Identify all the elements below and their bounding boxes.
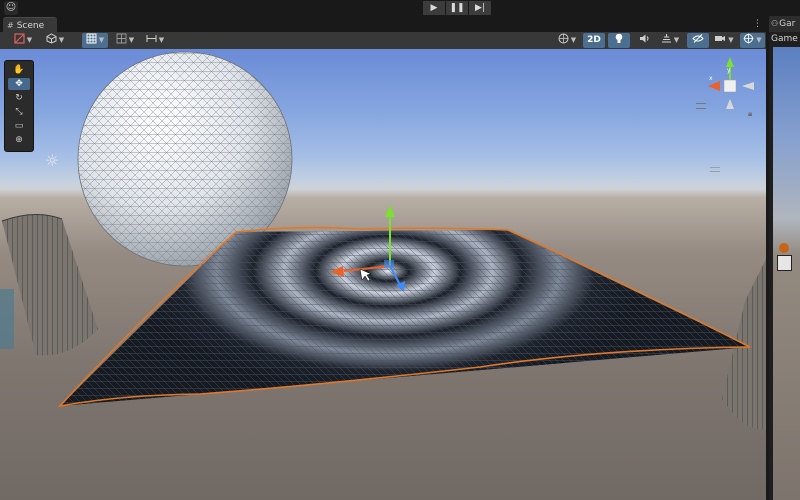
- gamepad-icon: ⚇: [771, 19, 779, 28]
- effects-dropdown[interactable]: ▼: [657, 33, 683, 48]
- render-mode-dropdown[interactable]: ▼: [42, 33, 68, 48]
- game-view-label: Game: [771, 34, 798, 44]
- scale-tool[interactable]: ⤡: [8, 106, 30, 118]
- gizmo-icon: [743, 33, 754, 44]
- rotate-icon: ↻: [15, 93, 23, 103]
- tools-panel: ✋ ✥ ↻ ⤡ ▭ ⊕: [4, 60, 34, 152]
- pause-icon: ❚❚: [449, 3, 465, 13]
- 2d-toggle[interactable]: 2D: [583, 33, 605, 48]
- top-bar: ☺ ▶ ❚❚ ▶|: [0, 0, 800, 16]
- rotate-tool[interactable]: ↻: [8, 92, 30, 104]
- play-controls: ▶ ❚❚ ▶|: [423, 1, 491, 15]
- rect-tool[interactable]: ▭: [8, 120, 30, 132]
- lock-icon[interactable]: 🔒︎: [748, 109, 752, 119]
- directional-light-icon[interactable]: ☼: [45, 153, 59, 169]
- scene-geometry: y x: [0, 51, 766, 430]
- svg-text:y: y: [727, 67, 731, 74]
- step-button[interactable]: ▶|: [469, 1, 491, 15]
- increment-snap-dropdown[interactable]: ▼: [112, 33, 138, 48]
- pause-button[interactable]: ❚❚: [446, 1, 468, 15]
- gizmos-dropdown[interactable]: ▼: [740, 33, 765, 48]
- shading-mode-dropdown[interactable]: ▼: [10, 33, 36, 48]
- svg-text:x: x: [709, 75, 713, 82]
- tab-scene-label: Scene: [16, 21, 45, 31]
- grid-icon: [86, 33, 97, 44]
- hand-tool[interactable]: ✋: [8, 64, 30, 76]
- move-tool[interactable]: ✥: [8, 78, 30, 90]
- lighting-toggle[interactable]: [608, 33, 630, 48]
- tab-menu-icon[interactable]: ⋮: [753, 17, 762, 31]
- game-object-box: [777, 255, 792, 271]
- draw-mode-dropdown[interactable]: ▼: [554, 33, 580, 48]
- globe-icon: [558, 33, 569, 44]
- tab-game-label: Gar: [779, 19, 796, 29]
- hand-icon: ✋: [13, 65, 25, 75]
- hash-icon: #: [7, 21, 14, 30]
- transform-tool[interactable]: ⊕: [8, 134, 30, 146]
- tab-scene[interactable]: # Scene: [3, 17, 57, 33]
- lightbulb-icon: [615, 33, 623, 43]
- transform-icon: ⊕: [15, 135, 23, 145]
- camera-icon: [715, 36, 726, 41]
- scene-viewport[interactable]: y x ✋ ✥ ↻ ⤡ ▭ ⊕ ☼ 🔒︎: [0, 49, 766, 500]
- game-view[interactable]: [773, 47, 800, 500]
- step-icon: ▶|: [475, 3, 485, 13]
- scene-toolbar: ▼ ▼ ▼ ▼ ▼ ▼ 2D ▼ ▼ ▼: [0, 32, 766, 50]
- game-panel: ⚇Gar Game: [769, 16, 800, 500]
- scene-tab-row: # Scene ⋮: [0, 16, 766, 33]
- snap-icon: [116, 33, 127, 44]
- effects-icon: [661, 34, 671, 43]
- orientation-gizmo[interactable]: y x: [708, 57, 754, 109]
- tab-game[interactable]: ⚇Gar: [769, 16, 800, 32]
- audio-toggle[interactable]: [633, 33, 655, 48]
- move-icon: ✥: [15, 79, 23, 89]
- scale-icon: ⤡: [15, 107, 23, 117]
- view-options-dropdown[interactable]: ▼: [142, 33, 168, 48]
- rect-transform-icon: ▭: [14, 121, 24, 131]
- ruler-icon: [146, 35, 157, 42]
- perspective-icon[interactable]: [710, 167, 720, 172]
- hidden-objects-toggle[interactable]: [687, 33, 709, 48]
- shading-icon: [14, 33, 25, 44]
- gizmo-menu-icon[interactable]: [696, 103, 706, 109]
- game-object-ball: [779, 243, 789, 253]
- eye-slash-icon: [692, 34, 704, 43]
- left-cylinder-object[interactable]: [0, 214, 98, 356]
- play-icon: ▶: [430, 3, 438, 13]
- cube-icon: [46, 33, 57, 44]
- grid-snap-dropdown[interactable]: ▼: [82, 33, 108, 48]
- audio-icon: [639, 34, 648, 43]
- 2d-toggle-label: 2D: [587, 35, 601, 45]
- account-icon[interactable]: ☺: [4, 1, 18, 15]
- camera-dropdown[interactable]: ▼: [711, 33, 737, 48]
- play-button[interactable]: ▶: [423, 1, 445, 15]
